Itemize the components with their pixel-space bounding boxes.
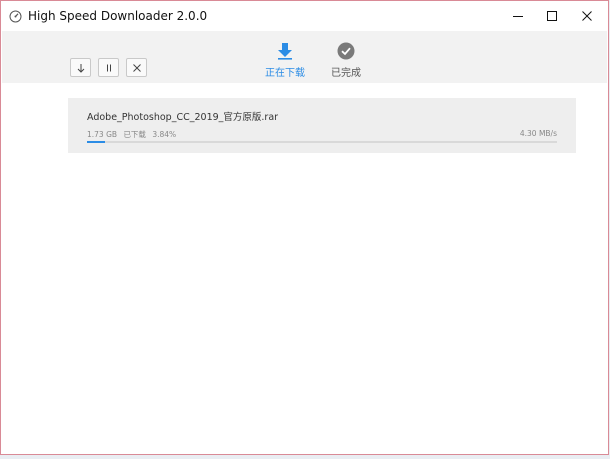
download-item[interactable]: Adobe_Photoshop_CC_2019_官方原版.rar 1.73 GB… (68, 98, 576, 153)
minimize-icon (513, 16, 523, 17)
tab-downloading-label: 正在下载 (265, 68, 305, 79)
speedometer-icon (9, 10, 22, 23)
file-name: Adobe_Photoshop_CC_2019_官方原版.rar (87, 112, 279, 123)
download-arrow-icon (278, 43, 292, 60)
download-speed: 4.30 MB/s (519, 129, 557, 138)
tab-downloading[interactable]: 正在下载 (260, 42, 310, 82)
close-icon (582, 11, 592, 21)
window-title: High Speed Downloader 2.0.0 (28, 9, 208, 23)
maximize-icon (547, 11, 557, 21)
pause-button[interactable] (98, 58, 119, 77)
tab-completed[interactable]: 已完成 (321, 42, 371, 82)
check-circle-icon (337, 42, 355, 60)
pause-icon (106, 64, 111, 71)
progress-bar (87, 141, 557, 143)
title-bar: High Speed Downloader 2.0.0 (1, 1, 608, 31)
maximize-button[interactable] (535, 1, 569, 31)
app-window: High Speed Downloader 2.0.0 正在下载 已完成 Ado… (0, 0, 609, 455)
progress-fill (87, 141, 105, 143)
download-percent: 3.84% (152, 130, 177, 139)
toolbar: 正在下载 已完成 (2, 31, 607, 83)
close-icon (132, 63, 141, 72)
download-button[interactable] (70, 58, 91, 77)
close-button[interactable] (570, 1, 604, 31)
arrow-down-icon (77, 63, 84, 73)
cancel-button[interactable] (126, 58, 147, 77)
tab-completed-label: 已完成 (331, 68, 361, 79)
minimize-button[interactable] (501, 1, 535, 31)
download-status: 已下载 (123, 130, 146, 139)
download-meta: 1.73 GB 已下载 3.84% (87, 129, 180, 140)
file-size: 1.73 GB (87, 130, 118, 139)
